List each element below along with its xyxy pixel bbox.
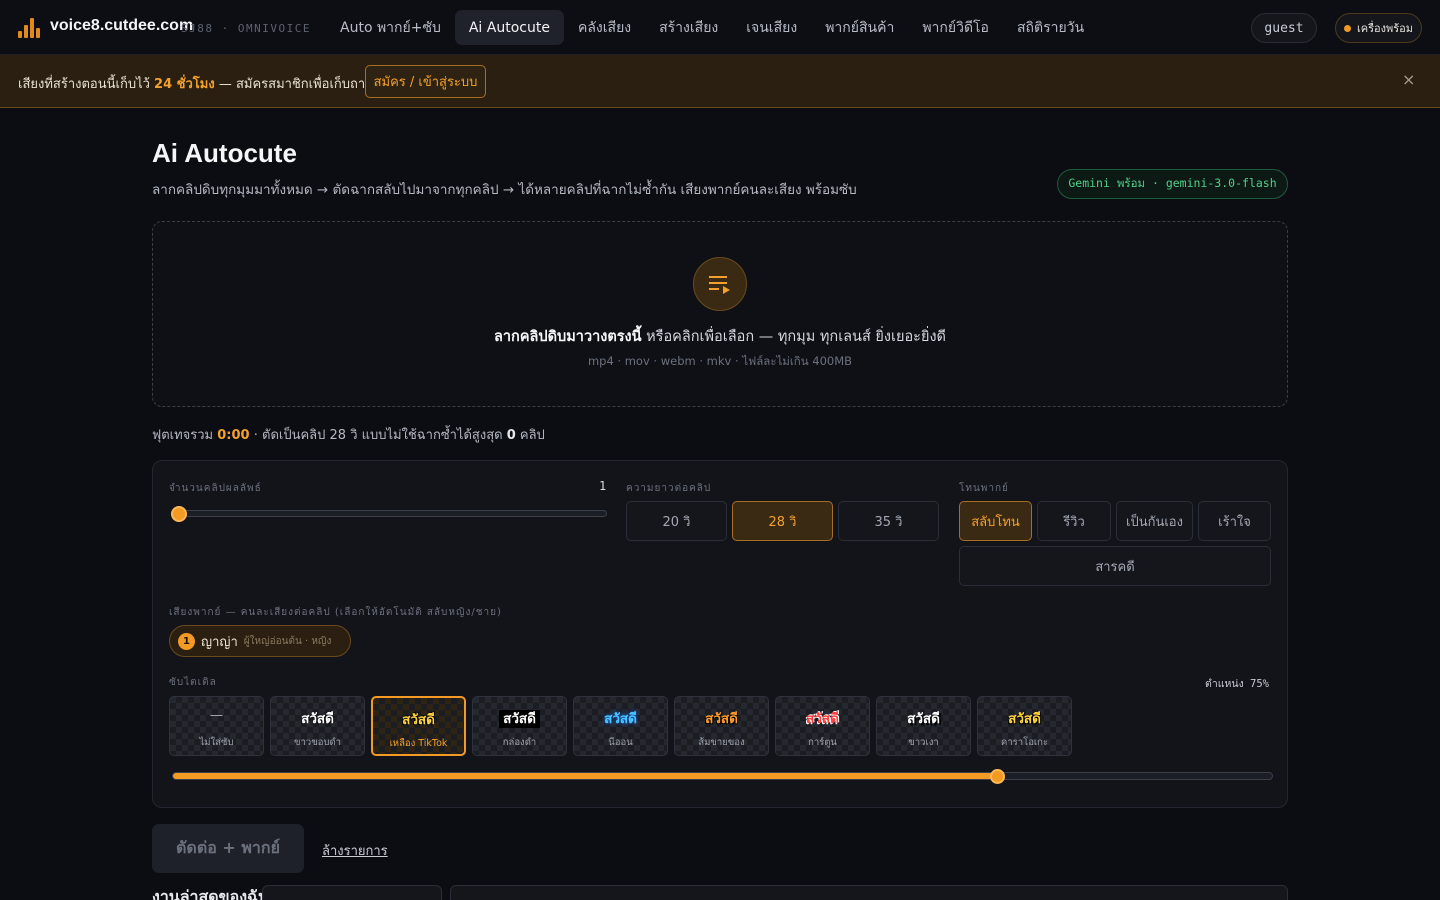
subtitle-position-slider[interactable]: [172, 772, 1273, 780]
brand-subtitle: SJ88 · OMNIVOICE: [181, 22, 311, 35]
style-card-white-shadow[interactable]: สวัสดี ขาวเงา: [876, 696, 971, 756]
nav-video-dub[interactable]: พากย์วิดีโอ: [908, 10, 1003, 45]
voice-number-badge: 1: [178, 632, 195, 650]
clear-list-link[interactable]: ล้างรายการ: [322, 840, 388, 861]
model-status-badge: Gemini พร้อม · gemini-3.0-flash: [1057, 169, 1288, 199]
nav-ai-autocute[interactable]: Ai Autocute: [454, 10, 564, 45]
length-option-28[interactable]: 28 วิ: [732, 501, 833, 541]
nav-product-dub[interactable]: พากย์สินค้า: [811, 10, 908, 45]
clip-count-slider[interactable]: [173, 510, 607, 517]
server-status-badge: เครื่องพร้อม: [1335, 13, 1422, 43]
banner-highlight: 24 ชั่วโมง: [154, 77, 215, 92]
nav-voice-library[interactable]: คลังเสียง: [564, 10, 645, 45]
recent-filter-select[interactable]: [262, 885, 442, 900]
style-sample: สวัสดี: [604, 711, 637, 727]
voice-name: ญาญ่า: [201, 634, 238, 650]
tone-option-casual[interactable]: เป็นกันเอง: [1116, 501, 1193, 541]
voice-label: เสียงพากย์ — คนละเสียงต่อคลิป (เลือกให้อ…: [169, 607, 502, 618]
status-dot-icon: [1343, 24, 1351, 32]
style-sample: สวัสดี: [705, 711, 738, 727]
style-card-none[interactable]: — ไม่ใส่ซับ: [169, 696, 264, 756]
dropzone-instructions: ลากคลิปดิบมาวางตรงนี้ หรือคลิกเพื่อเลือก…: [494, 329, 946, 345]
style-sample: สวัสดี: [473, 707, 566, 729]
length-option-20[interactable]: 20 วิ: [626, 501, 727, 541]
footage-total: 0:00: [217, 428, 250, 443]
tone-option-documentary[interactable]: สารคดี: [959, 546, 1271, 586]
style-name: กล่องดำ: [502, 737, 537, 748]
subtitle-position-value: ตำแหน่ง 75%: [1205, 678, 1269, 690]
subtitle-style-list: — ไม่ใส่ซับ สวัสดี ขาวขอบดำ สวัสดี เหลือ…: [169, 696, 1072, 756]
style-card-black-box[interactable]: สวัสดี กล่องดำ: [472, 696, 567, 756]
recent-jobs-title: งานล่าสุดของฉัน: [152, 887, 269, 900]
style-sample: สวัสดี: [907, 711, 940, 727]
style-card-yellow-tiktok[interactable]: สวัสดี เหลือง TikTok: [371, 696, 466, 756]
settings-panel: จำนวนคลิปผลลัพธ์ 1 ความยาวต่อคลิป 20 วิ …: [152, 460, 1288, 808]
clip-count-value: 1: [599, 479, 607, 493]
page-subtitle: ลากคลิปดิบทุกมุมมาทั้งหมด → ตัดฉากสลับไป…: [152, 182, 857, 198]
style-card-cartoon[interactable]: สวัสดี การ์ตูน: [775, 696, 870, 756]
banner-message: เสียงที่สร้างตอนนี้เก็บไว้ 24 ชั่วโมง — …: [18, 77, 380, 92]
nav-generate-voice[interactable]: เจนเสียง: [732, 10, 811, 45]
voice-chip[interactable]: 1 ญาญ่า ผู้ใหญ่อ่อนต้น · หญิง: [169, 625, 351, 657]
style-sample: สวัสดี: [301, 711, 334, 727]
nav-daily-stats[interactable]: สถิติรายวัน: [1003, 10, 1098, 45]
style-name: เหลือง TikTok: [389, 738, 448, 749]
dub-tone-label: โทนพากย์: [959, 483, 1009, 494]
page-title: Ai Autocute: [152, 138, 297, 168]
dropzone-formats: mp4 · mov · webm · mkv · ไฟล์ละไม่เกิน 4…: [587, 354, 853, 368]
style-name: ขาวขอบดำ: [294, 737, 341, 748]
subtitle-position-slider-handle[interactable]: [989, 769, 1005, 784]
max-clips-count: 0: [506, 428, 516, 443]
style-sample: สวัสดี: [402, 712, 435, 728]
style-sample: —: [209, 707, 224, 723]
server-status-text: เครื่องพร้อม: [1356, 22, 1414, 35]
close-icon[interactable]: ×: [1402, 70, 1415, 89]
style-name: ไม่ใส่ซับ: [199, 737, 234, 748]
style-name: นีออน: [608, 737, 633, 748]
length-option-35[interactable]: 35 วิ: [838, 501, 939, 541]
main-nav: Auto พากย์+ซับ Ai Autocute คลังเสียง สร้…: [326, 10, 1098, 45]
top-navbar: voice8.cutdee.com SJ88 · OMNIVOICE Auto …: [0, 0, 1440, 55]
style-name: คาราโอเกะ: [1000, 737, 1049, 748]
clip-count-label: จำนวนคลิปผลลัพธ์: [169, 483, 262, 494]
nav-create-voice[interactable]: สร้างเสียง: [645, 10, 732, 45]
user-button[interactable]: guest: [1251, 13, 1317, 43]
clip-count-slider-handle[interactable]: [171, 506, 187, 522]
equalizer-logo-icon: [18, 18, 40, 38]
tone-option-mixed[interactable]: สลับโทน: [959, 501, 1032, 541]
style-name: การ์ตูน: [808, 737, 837, 748]
style-sample: สวัสดี: [806, 711, 839, 727]
tone-option-review[interactable]: รีวิว: [1037, 501, 1111, 541]
cut-and-dub-button[interactable]: ตัดต่อ + พากย์: [152, 824, 304, 873]
subtitle-style-label: ซับไตเติล: [169, 677, 217, 688]
video-dropzone[interactable]: ลากคลิปดิบมาวางตรงนี้ หรือคลิกเพื่อเลือก…: [152, 221, 1288, 407]
recent-search-input[interactable]: [450, 885, 1288, 900]
voice-meta: ผู้ใหญ่อ่อนต้น · หญิง: [243, 635, 332, 647]
nav-auto-dub-sub[interactable]: Auto พากย์+ซับ: [326, 10, 455, 45]
style-name: ขาวเงา: [908, 737, 939, 748]
retention-banner: เสียงที่สร้างตอนนี้เก็บไว้ 24 ชั่วโมง — …: [0, 55, 1440, 108]
style-sample: สวัสดี: [1008, 711, 1041, 727]
style-card-karaoke[interactable]: สวัสดี คาราโอเกะ: [977, 696, 1072, 756]
style-card-white-outline[interactable]: สวัสดี ขาวขอบดำ: [270, 696, 365, 756]
clip-length-label: ความยาวต่อคลิป: [626, 483, 712, 494]
tone-option-exciting[interactable]: เร้าใจ: [1198, 501, 1271, 541]
playlist-video-icon: [693, 257, 747, 311]
style-card-orange-sales[interactable]: สวัสดี ส้มขายของ: [674, 696, 769, 756]
subtitle-position-fill: [173, 773, 999, 779]
footage-summary: ฟุตเทจรวม 0:00 · ตัดเป็นคลิป 28 วิ แบบไม…: [152, 428, 545, 443]
style-name: ส้มขายของ: [698, 737, 745, 748]
signup-login-button[interactable]: สมัคร / เข้าสู่ระบบ: [365, 65, 486, 98]
brand-name[interactable]: voice8.cutdee.com: [50, 17, 193, 35]
style-card-neon[interactable]: สวัสดี นีออน: [573, 696, 668, 756]
